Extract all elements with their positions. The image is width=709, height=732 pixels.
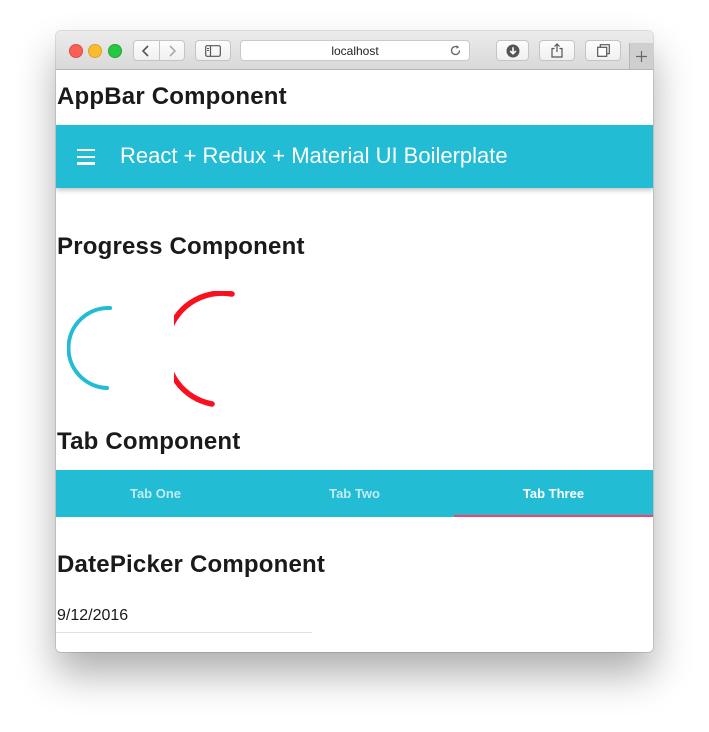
sidebar-icon (205, 44, 221, 57)
navigation-buttons (133, 40, 185, 61)
datepicker-section-heading: DatePicker Component (57, 551, 326, 578)
download-icon (506, 44, 519, 57)
tab-bar: Tab One Tab Two Tab Three (56, 470, 653, 517)
tab-two[interactable]: Tab Two (255, 470, 454, 517)
tab-one[interactable]: Tab One (56, 470, 255, 517)
menu-icon[interactable] (77, 149, 97, 165)
address-bar[interactable]: localhost (240, 40, 470, 61)
tab-ink-bar (454, 515, 653, 517)
forward-icon (169, 44, 176, 57)
progress-spinner-small (67, 305, 112, 390)
forward-button[interactable] (159, 41, 184, 60)
zoom-window-button[interactable] (108, 44, 122, 58)
share-icon (551, 43, 563, 58)
page-content: AppBar Component React + Redux + Materia… (56, 70, 653, 652)
minimize-window-button[interactable] (88, 44, 102, 58)
date-picker-input[interactable]: 9/12/2016 (56, 602, 312, 634)
new-tab-button[interactable] (629, 43, 653, 69)
progress-section-heading: Progress Component (57, 233, 305, 260)
tab-section-heading: Tab Component (57, 428, 241, 455)
progress-spinner-large (174, 291, 235, 407)
new-tab-icon (636, 50, 647, 62)
share-button[interactable] (539, 40, 575, 61)
sidebar-button[interactable] (195, 40, 231, 61)
tabs-icon (596, 44, 610, 57)
close-window-button[interactable] (69, 44, 83, 58)
downloads-button[interactable] (496, 40, 529, 61)
tab-three[interactable]: Tab Three (454, 470, 653, 517)
address-text: localhost (331, 44, 379, 58)
appbar-section-heading: AppBar Component (57, 83, 287, 110)
date-underline (56, 632, 312, 633)
app-bar: React + Redux + Material UI Boilerplate (56, 125, 653, 188)
app-bar-title: React + Redux + Material UI Boilerplate (120, 143, 508, 168)
browser-toolbar: localhost (56, 31, 653, 70)
reload-icon[interactable] (449, 44, 462, 57)
back-icon (142, 44, 149, 57)
show-tabs-button[interactable] (585, 40, 621, 61)
date-value: 9/12/2016 (57, 607, 129, 624)
browser-window: localhost AppBar Component React + Redux… (56, 31, 653, 652)
back-button[interactable] (134, 41, 159, 60)
